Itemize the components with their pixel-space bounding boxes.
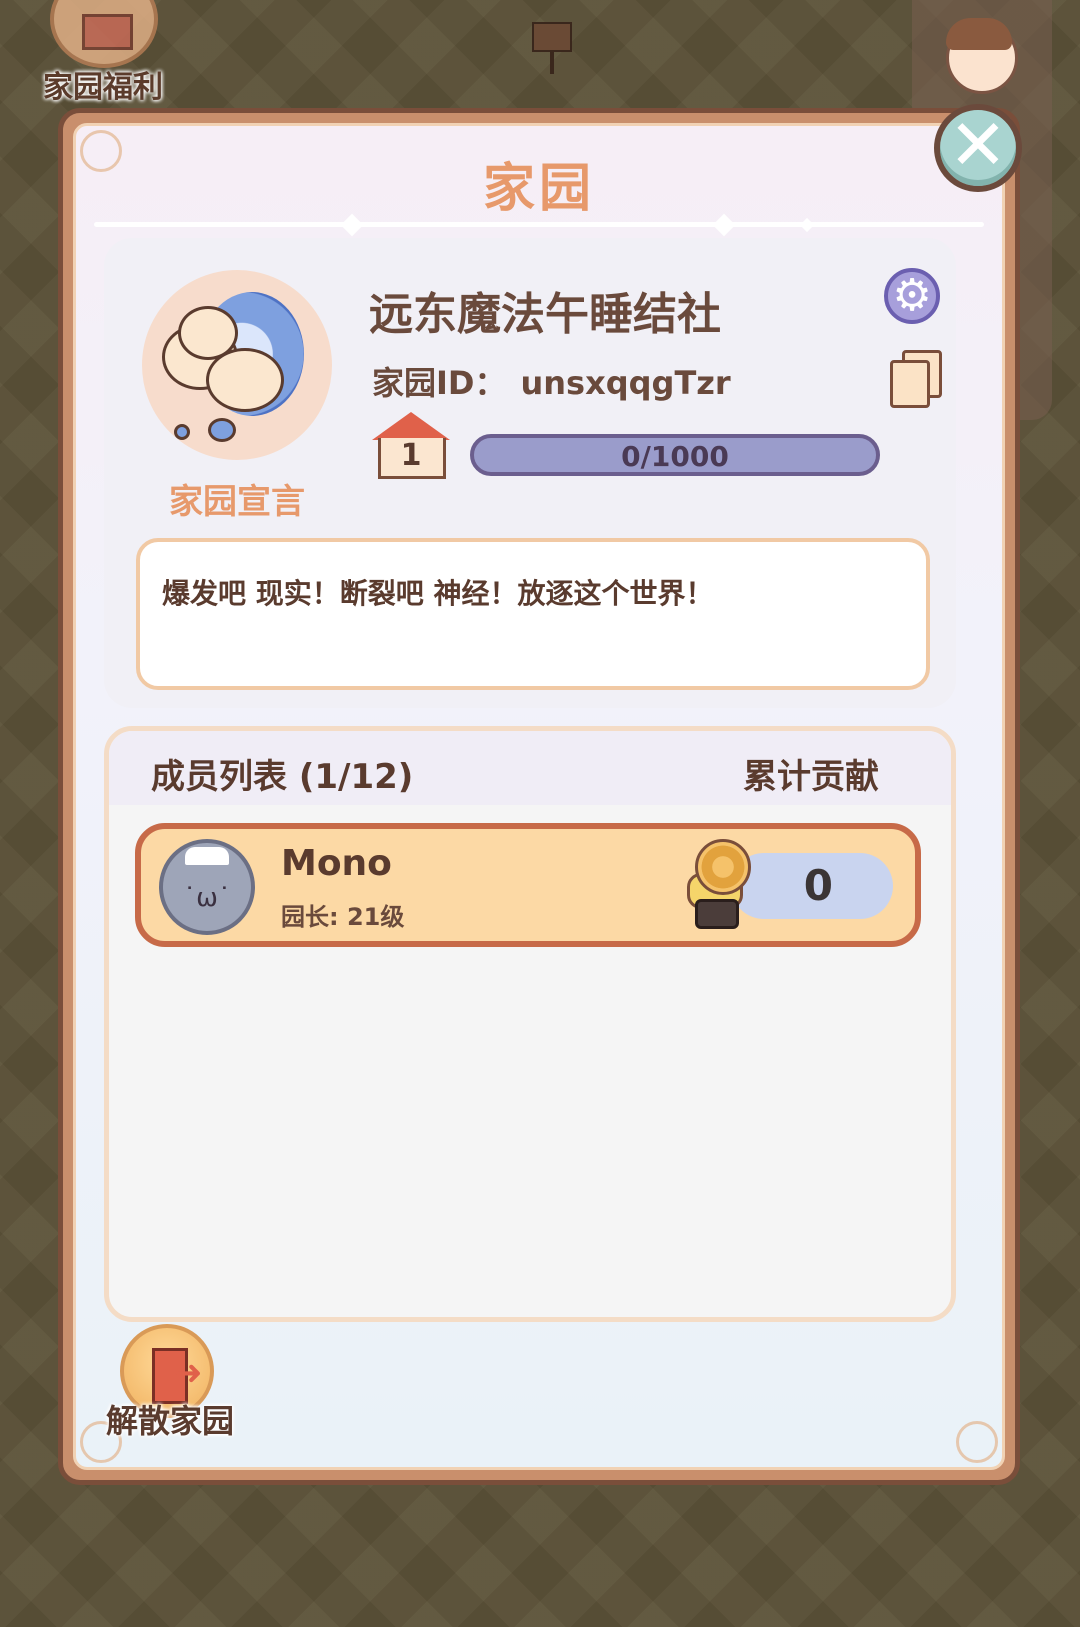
snail-pot [695,899,739,929]
declaration-box[interactable]: 爆发吧 现实！断裂吧 神经！放逐这个世界！ [136,538,930,690]
close-button[interactable]: ✕ [934,104,1022,192]
bubble-icon [208,418,236,442]
avatar-hair [946,18,1012,50]
contribution-pill: 0 [731,853,893,919]
dissolve-home-label: 解散家园 [105,1402,234,1440]
member-row[interactable]: ˙ω˙ Mono 园长: 21级 0 [135,823,921,947]
home-name: 远东魔法午睡结社 [369,289,721,340]
settings-gear-icon[interactable]: ⚙ [884,268,940,324]
title-divider [94,222,984,227]
close-icon: ✕ [948,104,1008,186]
member-avatar[interactable]: ˙ω˙ [159,839,255,935]
cat-face-icon: ˙ω˙ [183,883,231,913]
modal-title: 家园 [482,159,595,219]
declaration-text: 爆发吧 现实！断裂吧 神经！放逐这个世界！ [162,577,714,610]
home-modal: 家园 家园宣言 远东魔法午睡结社 家园ID： unsxqqgTzr ⚙ 1 0/… [58,108,1020,1485]
home-level-icon: 1 [372,412,450,479]
member-list-header: 成员列表 (1/12) 累计贡献 [109,731,951,805]
member-count-label: 成员列表 (1/12) [151,757,414,797]
exit-arrow: ➜ [174,1353,203,1393]
bubble-icon [174,424,190,440]
home-id-label: 家园ID： [372,364,507,402]
dissolve-home-button[interactable]: ➜ 解散家园 [90,1324,250,1444]
gift-icon [50,0,158,68]
home-id: 家园ID： unsxqqgTzr [372,358,731,404]
contribution-header: 累计贡献 [743,757,879,797]
declaration-label: 家园宣言 [169,482,305,522]
contribution-value: 0 [803,861,833,910]
signpost [532,22,572,74]
copy-id-icon[interactable] [890,350,942,408]
home-welfare-button[interactable]: 家园福利 [28,0,178,105]
snail-trophy-icon [681,837,751,929]
home-info-card: 家园宣言 远东魔法午睡结社 家园ID： unsxqqgTzr ⚙ 1 0/1000… [104,238,956,708]
house-roof [372,412,450,440]
corner-ornament [956,1421,998,1463]
home-id-value: unsxqqgTzr [520,364,731,402]
modal-body: 家园 家园宣言 远东魔法午睡结社 家园ID： unsxqqgTzr ⚙ 1 0/… [73,123,1005,1470]
progress-text: 0/1000 [621,440,729,473]
copy-page-front [890,360,930,408]
chef-hat [185,847,229,865]
member-name: Mono [281,843,392,884]
home-welfare-label: 家园福利 [43,70,163,105]
cloud-icon [178,306,238,360]
home-level-number: 1 [400,438,422,473]
home-emblem[interactable] [142,270,332,460]
member-list-panel: 成员列表 (1/12) 累计贡献 ˙ω˙ Mono 园长: 21级 0 [104,726,956,1322]
member-role-level: 园长: 21级 [281,903,405,931]
level-progress-bar: 0/1000 [470,434,880,476]
snail-shell [695,839,751,895]
